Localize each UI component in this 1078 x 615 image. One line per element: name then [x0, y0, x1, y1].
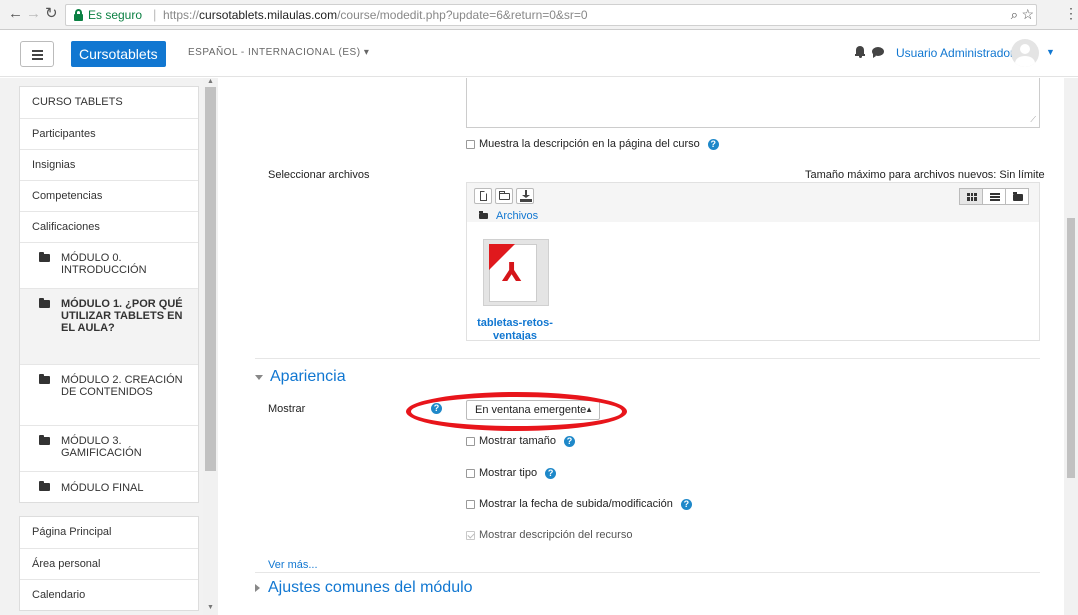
- appearance-section-toggle[interactable]: Apariencia: [255, 368, 346, 386]
- nav-module-2[interactable]: MÓDULO 2. CREACIÓN DE CONTENIDOS: [20, 364, 198, 425]
- folder-icon: [39, 435, 50, 445]
- see-more-link[interactable]: Ver más...: [268, 559, 318, 571]
- folder-icon: [39, 481, 50, 491]
- max-size-text: Tamaño máximo para archivos nuevos: Sin …: [805, 169, 1045, 181]
- nav-participants[interactable]: Participantes: [20, 118, 198, 149]
- help-icon[interactable]: ?: [680, 498, 692, 510]
- nav-module-3[interactable]: MÓDULO 3. GAMIFICACIÓN: [20, 425, 198, 471]
- expanded-caret-icon: [255, 374, 263, 380]
- nav-module-0[interactable]: MÓDULO 0. INTRODUCCIÓN: [20, 242, 198, 288]
- view-tree-button[interactable]: [1005, 188, 1029, 205]
- nav-drawer: CURSO TABLETS Participantes Insignias Co…: [0, 78, 218, 615]
- download-button[interactable]: [516, 188, 534, 204]
- sidebar-scroll-thumb[interactable]: [205, 87, 216, 471]
- course-nav-block: CURSO TABLETS Participantes Insignias Co…: [19, 86, 199, 503]
- show-size-checkbox[interactable]: Mostrar tamaño?: [466, 435, 576, 447]
- browser-menu-icon[interactable]: ⋮: [1064, 6, 1078, 20]
- page-scroll-thumb[interactable]: [1067, 218, 1075, 478]
- avatar[interactable]: [1011, 39, 1039, 67]
- nav-site-home[interactable]: Página Principal: [20, 517, 198, 548]
- zoom-icon[interactable]: ⌕: [1011, 7, 1018, 23]
- reload-icon[interactable]: ↻: [45, 6, 58, 22]
- forward-icon[interactable]: →: [26, 6, 41, 22]
- lock-icon: [74, 9, 83, 21]
- back-icon[interactable]: ←: [8, 6, 23, 22]
- view-mode-group: [959, 188, 1029, 205]
- browser-toolbar: ← → ↻ Es seguro | https://cursotablets.m…: [0, 0, 1078, 30]
- grid-icon: [967, 193, 977, 201]
- user-menu-name[interactable]: Usuario Administrador: [896, 46, 1014, 60]
- help-icon[interactable]: ?: [707, 138, 719, 150]
- pdf-icon: ⅄: [489, 244, 537, 302]
- select-files-label: Seleccionar archivos: [268, 169, 370, 181]
- file-name-link[interactable]: tabletas-retos-ventajas: [475, 317, 555, 340]
- download-icon: [520, 190, 532, 202]
- show-resource-description-checkbox[interactable]: Mostrar descripción del recurso: [466, 529, 632, 541]
- nav-badges[interactable]: Insignias: [20, 149, 198, 180]
- view-icons-button[interactable]: [959, 188, 983, 205]
- language-selector[interactable]: ESPAÑOL - INTERNACIONAL (ES) ▾: [188, 47, 369, 58]
- description-textarea[interactable]: ⟋: [466, 78, 1040, 128]
- url-text[interactable]: https://cursotablets.milaulas.com/course…: [163, 8, 588, 22]
- add-file-button[interactable]: [474, 188, 492, 204]
- annotation-circle: [406, 392, 627, 431]
- create-folder-button[interactable]: [495, 188, 513, 204]
- chat-icon[interactable]: [872, 47, 884, 58]
- breadcrumb[interactable]: Archivos: [479, 210, 538, 222]
- chevron-down-icon[interactable]: ▼: [1046, 47, 1055, 57]
- nav-course-home[interactable]: CURSO TABLETS: [20, 87, 198, 118]
- nav-module-final[interactable]: MÓDULO FINAL: [20, 471, 198, 502]
- address-bar[interactable]: Es seguro | https://cursotablets.milaula…: [65, 4, 1037, 26]
- resize-grip-icon[interactable]: ⟋: [1030, 115, 1036, 125]
- file-thumbnail[interactable]: ⅄: [483, 239, 549, 306]
- nav-competencies[interactable]: Competencias: [20, 180, 198, 211]
- help-icon[interactable]: ?: [545, 467, 557, 479]
- filemanager-area: ⅄ tabletas-retos-ventajas: [466, 222, 1040, 341]
- hamburger-menu-button[interactable]: [20, 41, 54, 67]
- checkbox-box[interactable]: [466, 468, 475, 478]
- folder-icon: [479, 211, 488, 219]
- site-nav-block: Página Principal Área personal Calendari…: [19, 516, 199, 611]
- scroll-up-icon[interactable]: ▲: [207, 78, 214, 85]
- view-list-button[interactable]: [982, 188, 1006, 205]
- star-icon[interactable]: ☆: [1021, 6, 1034, 23]
- url-separator: |: [153, 7, 157, 22]
- filemanager-toolbar: Archivos: [466, 182, 1040, 222]
- nav-module-1[interactable]: MÓDULO 1. ¿POR QUÉ UTILIZAR TABLETS EN E…: [20, 288, 198, 364]
- common-settings-section-toggle[interactable]: Ajustes comunes del módulo: [255, 579, 473, 597]
- checkbox-box[interactable]: [466, 139, 475, 149]
- show-type-checkbox[interactable]: Mostrar tipo?: [466, 467, 557, 479]
- checkbox-box[interactable]: [466, 436, 475, 446]
- checkbox-box[interactable]: [466, 499, 475, 509]
- tree-icon: [1013, 192, 1023, 201]
- file-icon: [480, 191, 487, 201]
- collapsed-caret-icon: [255, 584, 260, 592]
- help-icon[interactable]: ?: [564, 435, 576, 447]
- folder-icon: [39, 298, 50, 308]
- section-divider: [255, 358, 1040, 359]
- nav-dashboard[interactable]: Área personal: [20, 548, 198, 579]
- page-scrollbar[interactable]: [1064, 78, 1078, 615]
- folder-icon: [499, 191, 510, 200]
- show-description-checkbox[interactable]: Muestra la descripción en la página del …: [466, 138, 719, 150]
- display-label: Mostrar: [268, 403, 306, 415]
- checkbox-box[interactable]: [466, 530, 475, 540]
- site-navbar: Cursotablets ESPAÑOL - INTERNACIONAL (ES…: [0, 31, 1078, 77]
- folder-icon: [39, 252, 50, 262]
- section-divider: [255, 572, 1040, 573]
- nav-grades[interactable]: Calificaciones: [20, 211, 198, 242]
- scroll-down-icon[interactable]: ▼: [207, 604, 214, 611]
- secure-label: Es seguro: [88, 8, 143, 22]
- bell-icon[interactable]: [855, 46, 865, 58]
- show-date-checkbox[interactable]: Mostrar la fecha de subida/modificación?: [466, 498, 692, 510]
- list-icon: [990, 193, 1000, 201]
- site-brand[interactable]: Cursotablets: [71, 41, 166, 67]
- nav-calendar[interactable]: Calendario: [20, 579, 198, 610]
- main-content: ⟋ Muestra la descripción en la página de…: [219, 78, 1064, 615]
- folder-icon: [39, 374, 50, 384]
- sidebar-scrollbar[interactable]: ▲ ▼: [203, 78, 218, 615]
